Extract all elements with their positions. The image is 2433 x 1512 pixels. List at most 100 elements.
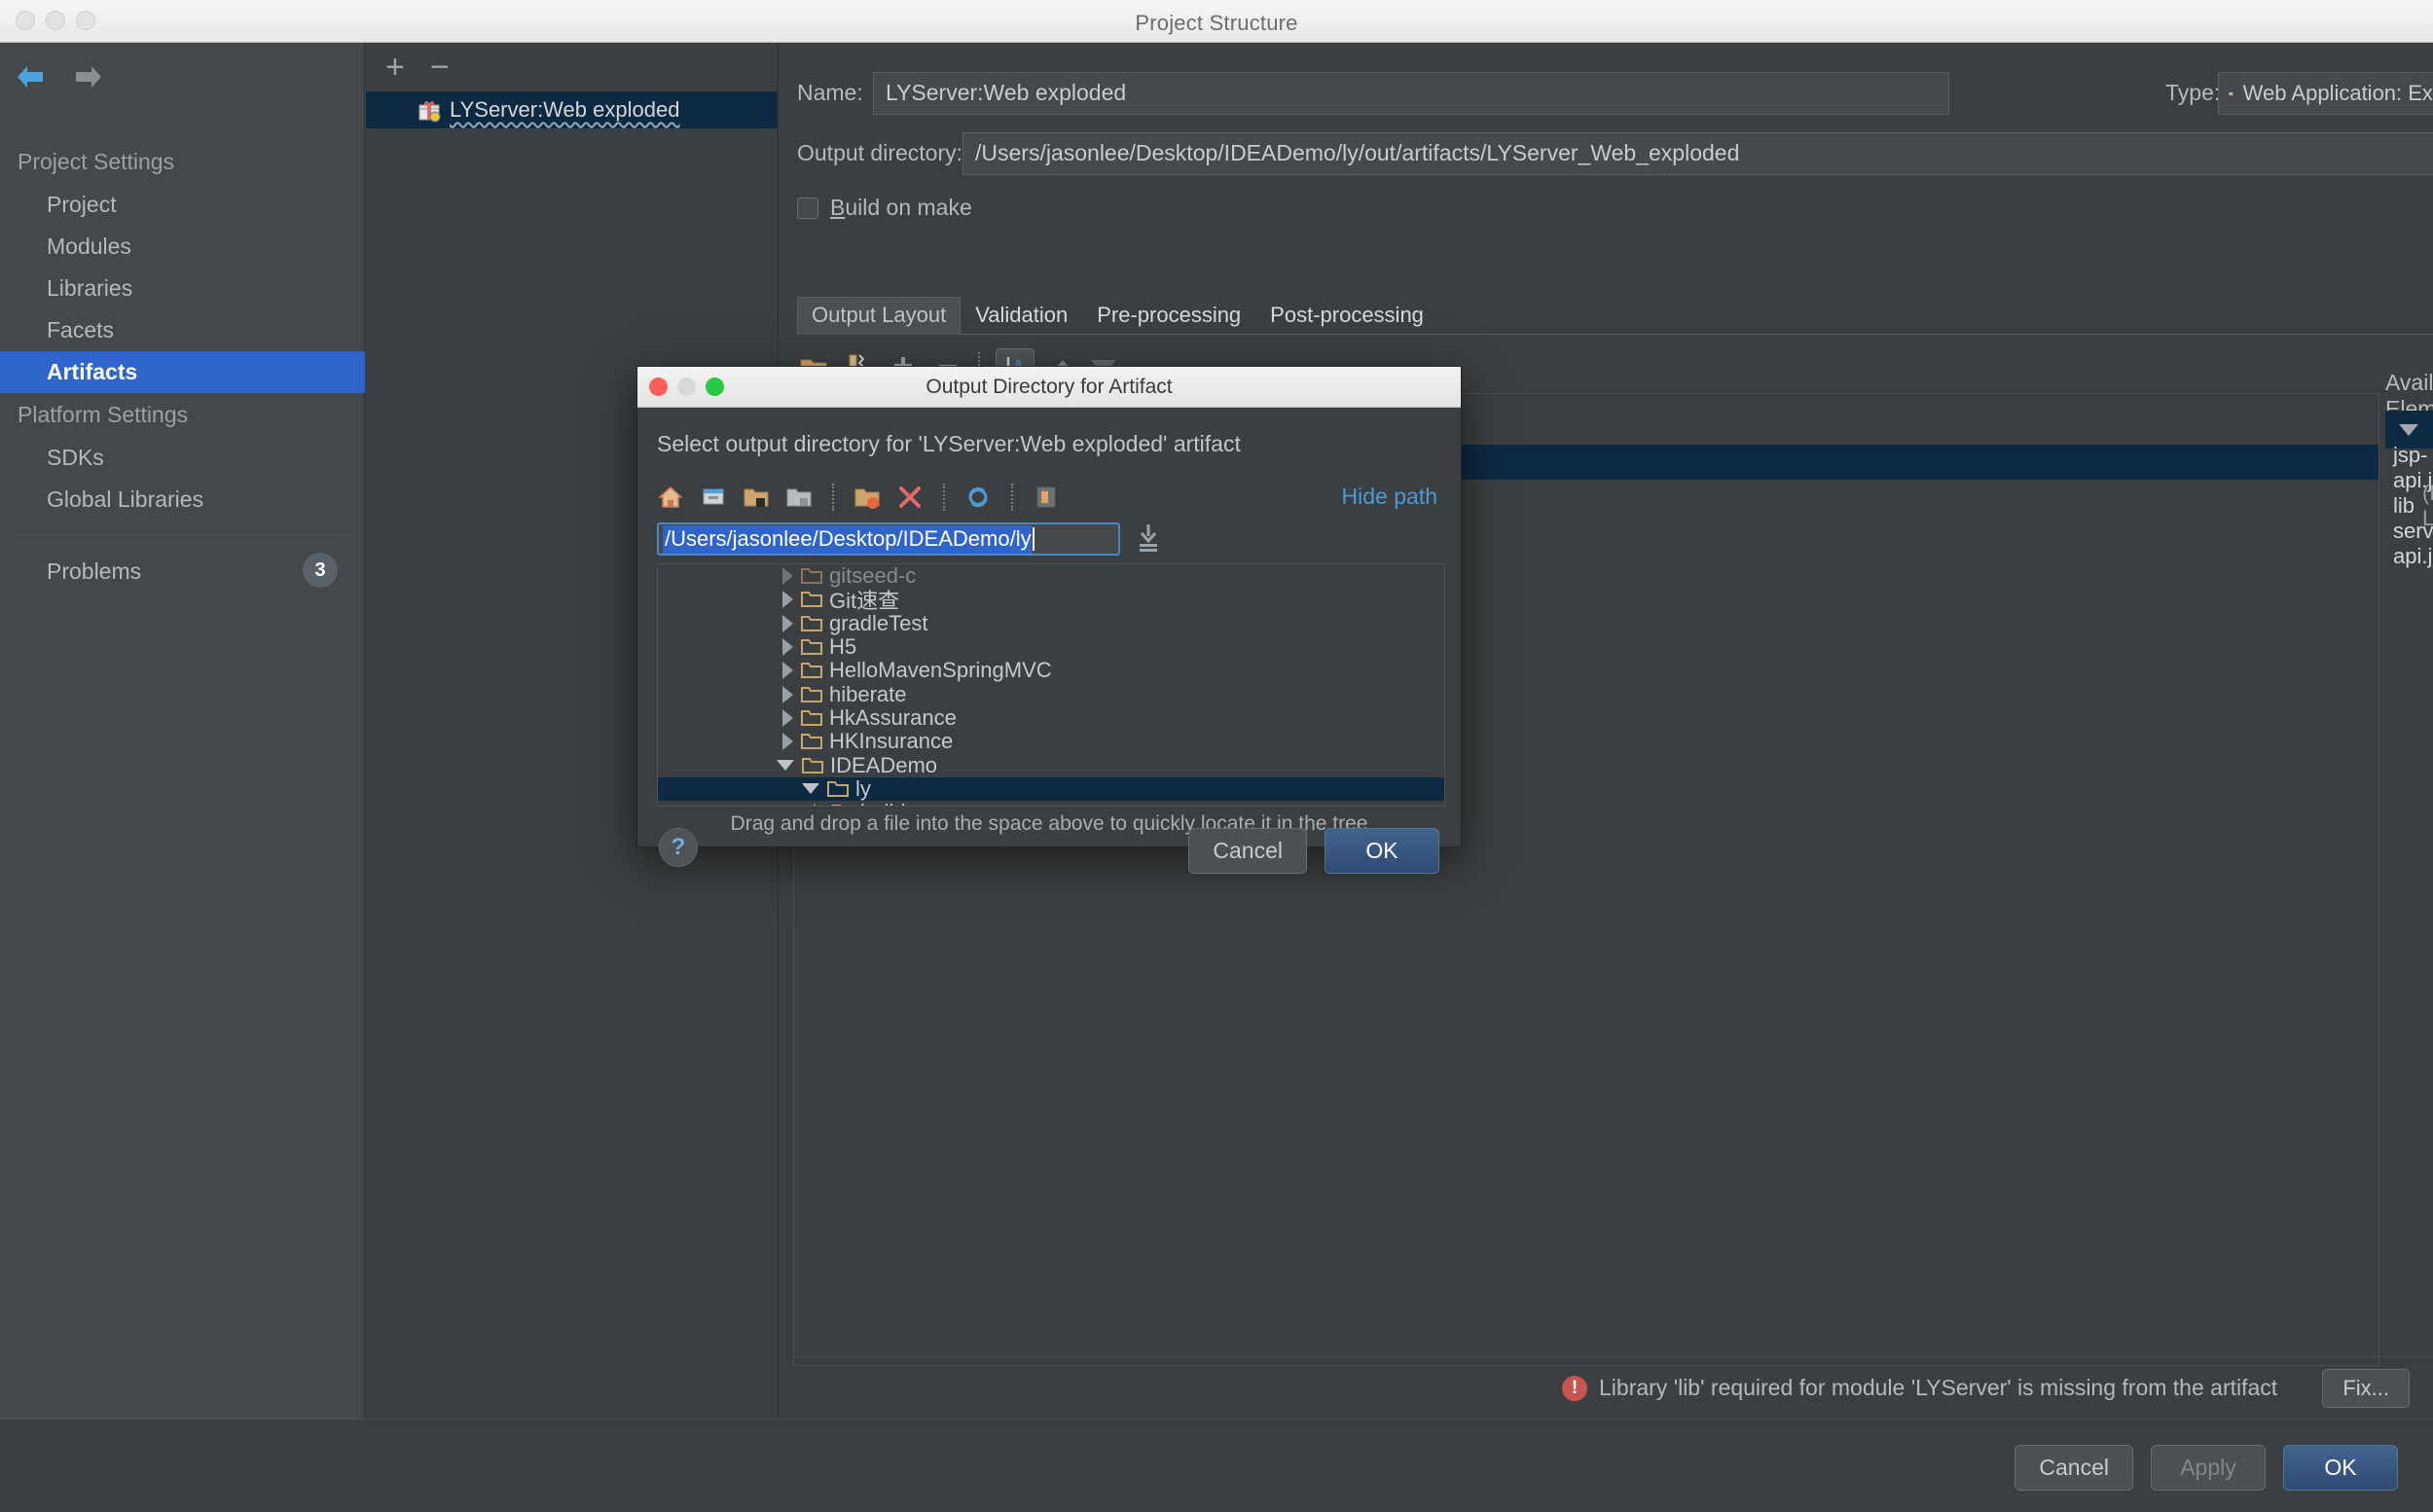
tab-output-layout[interactable]: Output Layout [797, 297, 962, 335]
tree-row[interactable]: gitseed-c [658, 564, 1444, 588]
path-input[interactable]: /Users/jasonlee/Desktop/IDEADemo/ly [657, 522, 1120, 556]
folder-icon [801, 663, 822, 679]
cancel-button[interactable]: Cancel [2015, 1445, 2133, 1491]
chevron-right-icon[interactable] [782, 685, 793, 703]
sidebar-list: Project Settings Project Modules Librari… [0, 140, 365, 593]
tab-post-processing[interactable]: Post-processing [1255, 297, 1438, 334]
chevron-right-icon[interactable] [782, 614, 793, 632]
show-hidden-files-icon[interactable] [1033, 484, 1060, 511]
path-field-row: /Users/jasonlee/Desktop/IDEADemo/ly [657, 522, 1445, 558]
build-on-make-row[interactable]: Build on make [797, 195, 972, 221]
chevron-down-icon[interactable] [777, 760, 794, 772]
folder-icon [827, 780, 849, 797]
module-dir-icon[interactable] [785, 484, 813, 511]
name-label: Name: [797, 80, 863, 105]
window-title: Project Structure [1135, 11, 1298, 35]
tab-pre-processing[interactable]: Pre-processing [1082, 297, 1255, 334]
tree-row-label: IDEADemo [830, 752, 938, 777]
tree-row-label: H5 [829, 634, 857, 660]
chevron-right-icon[interactable] [782, 662, 793, 680]
chevron-right-icon[interactable] [782, 567, 793, 586]
sidebar-item-sdks[interactable]: SDKs [0, 437, 365, 479]
build-on-make-checkbox[interactable] [797, 197, 818, 219]
sidebar-item-artifacts[interactable]: Artifacts [0, 351, 365, 393]
chevron-down-icon[interactable] [2399, 423, 2418, 436]
folder-icon [802, 757, 823, 774]
directory-tree[interactable]: gitseed-c Git速查 gradleTest H5 HelloMaven… [657, 563, 1445, 807]
tree-row[interactable]: Git速查 [658, 588, 1444, 613]
sidebar-group-platform-settings: Platform Settings [18, 402, 189, 427]
add-artifact-button[interactable]: + [385, 51, 405, 84]
refresh-icon[interactable] [964, 484, 992, 511]
chevron-right-icon[interactable] [782, 708, 793, 727]
apply-button[interactable]: Apply [2151, 1445, 2266, 1491]
tree-row[interactable]: IDEADemo [658, 752, 1444, 777]
folder-icon [801, 615, 822, 631]
dialog-ok-button[interactable]: OK [1325, 828, 1439, 874]
chevron-right-icon[interactable] [782, 591, 793, 609]
remove-artifact-button[interactable]: − [430, 51, 450, 84]
available-elements-tree[interactable]: LYServer jsp-api.jar ('LYServer' Module … [2385, 411, 2433, 568]
new-folder-icon[interactable] [853, 484, 881, 511]
navigation-arrows [14, 62, 105, 91]
settings-sidebar: Project Settings Project Modules Librari… [0, 43, 365, 1512]
sidebar-group-project-settings: Project Settings [18, 149, 175, 174]
dialog-toolbar: Hide path [657, 478, 1445, 517]
artifact-error-message: Library 'lib' required for module 'LYSer… [1599, 1375, 2278, 1400]
dialog-subtitle: Select output directory for 'LYServer:We… [657, 431, 1241, 456]
desktop-icon[interactable] [700, 484, 727, 511]
fix-button[interactable]: Fix... [2322, 1369, 2410, 1408]
artifact-list-item[interactable]: LYServer:Web exploded [366, 91, 778, 128]
output-directory-dialog: Output Directory for Artifact Select out… [636, 366, 1462, 874]
dialog-cancel-button[interactable]: Cancel [1188, 828, 1307, 874]
tab-validation[interactable]: Validation [961, 297, 1082, 334]
project-folder-icon[interactable] [743, 484, 770, 511]
home-icon[interactable] [657, 484, 684, 511]
output-directory-row: Output directory: /Users/jasonlee/Deskto… [797, 132, 2433, 175]
tree-row[interactable]: build [658, 800, 1444, 806]
available-tree-row-servlet-api[interactable]: servlet-api.jar ('LYServer' Module Libra… [2385, 519, 2433, 568]
artifact-tabs: Output Layout Validation Pre-processing … [797, 297, 2433, 335]
chevron-right-icon[interactable] [814, 804, 824, 806]
artifacts-toolbar: + − [366, 43, 778, 91]
error-icon: ! [1562, 1375, 1587, 1401]
back-arrow-icon[interactable] [14, 62, 47, 91]
tree-row[interactable]: H5 [658, 634, 1444, 660]
tree-row[interactable]: HkAssurance [658, 705, 1444, 730]
delete-icon[interactable] [896, 484, 924, 511]
sidebar-item-project[interactable]: Project [0, 184, 365, 226]
name-row: Name: LYServer:Web exploded Type: Web Ap… [797, 72, 2433, 115]
ok-button[interactable]: OK [2283, 1445, 2398, 1491]
sidebar-item-global-libraries[interactable]: Global Libraries [0, 479, 365, 521]
drop-target-icon[interactable] [1136, 522, 1161, 556]
name-input[interactable]: LYServer:Web exploded [873, 72, 1949, 115]
sidebar-item-facets[interactable]: Facets [0, 309, 365, 351]
chevron-right-icon[interactable] [782, 733, 793, 751]
tree-row[interactable]: hiberate [658, 681, 1444, 706]
chevron-down-icon[interactable] [802, 783, 819, 795]
tree-row[interactable]: ly [658, 776, 1444, 801]
toolbar-separator [943, 484, 945, 511]
tree-row-label: gitseed-c [829, 563, 917, 589]
problems-count-badge: 3 [303, 553, 338, 588]
project-structure-window: Project Structure Project Settings Proje… [0, 0, 2433, 1512]
tree-row[interactable]: HKInsurance [658, 729, 1444, 753]
sidebar-item-modules[interactable]: Modules [0, 226, 365, 268]
sidebar-item-libraries[interactable]: Libraries [0, 268, 365, 309]
tree-row[interactable]: gradleTest [658, 611, 1444, 635]
tree-row-label: HelloMavenSpringMVC [829, 658, 1052, 683]
chevron-right-icon[interactable] [782, 638, 793, 657]
tree-row[interactable]: HelloMavenSpringMVC [658, 658, 1444, 683]
output-directory-input[interactable]: /Users/jasonlee/Desktop/IDEADemo/ly/out/… [962, 132, 2433, 175]
forward-arrow-icon[interactable] [72, 62, 105, 91]
available-tree-row-label: lib [2393, 492, 2415, 518]
hide-path-link[interactable]: Hide path [1342, 484, 1437, 510]
dialog-titlebar: Output Directory for Artifact [637, 367, 1461, 408]
dialog-help-button[interactable]: ? [659, 828, 698, 867]
text-caret [1032, 527, 1035, 551]
type-combobox[interactable]: Web Application: Exploded [2218, 72, 2433, 115]
artifact-icon [418, 101, 441, 123]
toolbar-separator [832, 484, 834, 511]
tree-row-label: hiberate [829, 681, 907, 706]
sidebar-item-problems[interactable]: Problems 3 [0, 535, 365, 593]
